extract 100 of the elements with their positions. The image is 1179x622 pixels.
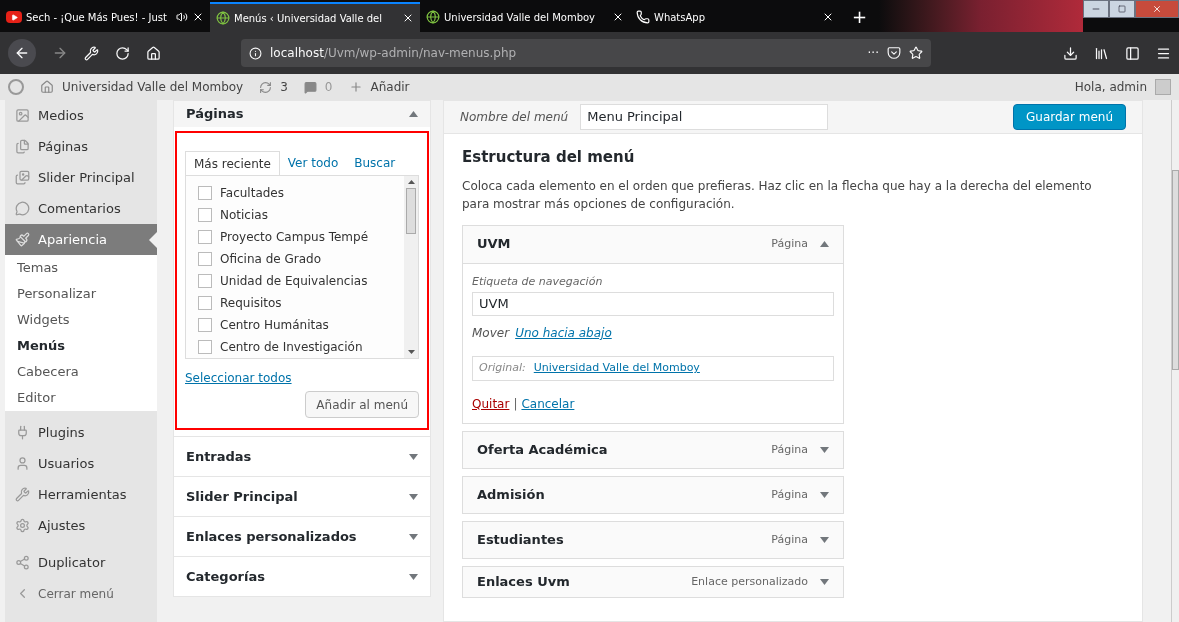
site-link[interactable]: Universidad Valle del Momboy	[62, 78, 244, 96]
sidebar-item[interactable]: Usuarios	[5, 448, 157, 479]
tab[interactable]: Ver todo	[279, 151, 347, 175]
accordion-header[interactable]: Slider Principal	[173, 477, 431, 517]
browser-tab[interactable]: Sech - ¡Que Más Pues! - Just	[0, 2, 210, 32]
checkbox[interactable]	[198, 252, 212, 266]
checkbox[interactable]	[198, 340, 212, 354]
accordion-header[interactable]: Categorías	[173, 557, 431, 597]
page-label: Requisitos	[220, 295, 282, 312]
checkbox[interactable]	[198, 274, 212, 288]
download-icon[interactable]	[1063, 45, 1078, 61]
menu-item-header[interactable]: Oferta Académica Página	[463, 432, 843, 468]
caret-icon	[820, 492, 829, 498]
tab[interactable]: Más reciente	[185, 151, 280, 175]
section-heading: Estructura del menú	[462, 147, 636, 168]
checkbox[interactable]	[198, 186, 212, 200]
minimize-button[interactable]	[1083, 0, 1109, 18]
close-icon[interactable]	[402, 12, 414, 24]
close-icon[interactable]	[822, 11, 834, 23]
remove-link[interactable]: Quitar	[472, 395, 510, 413]
tab-title: Universidad Valle del Momboy	[444, 10, 595, 25]
checkbox[interactable]	[198, 318, 212, 332]
plug-icon	[15, 425, 30, 440]
checkbox[interactable]	[198, 296, 212, 310]
sidebar-item[interactable]: Ajustes	[5, 510, 157, 541]
submenu-item[interactable]: Widgets	[5, 307, 157, 333]
select-all-link[interactable]: Seleccionar todos	[185, 369, 419, 387]
settings-icon	[15, 518, 30, 533]
sidebar-item[interactable]: Duplicator	[5, 547, 157, 578]
item-type-label: Página	[771, 531, 808, 548]
back-button[interactable]	[8, 39, 36, 67]
maximize-icon	[1118, 5, 1126, 13]
menu-icon[interactable]	[1156, 45, 1171, 61]
sidebar-item[interactable]: Comentarios	[5, 193, 157, 224]
menu-item-header[interactable]: Estudiantes Página	[463, 522, 843, 558]
add-new-link[interactable]: Añadir	[370, 78, 410, 96]
menu-name-field[interactable]: Menu Principal	[580, 104, 829, 130]
caret-icon	[820, 241, 829, 247]
comment-icon[interactable]	[303, 80, 317, 94]
address-bar[interactable]: localhost/Uvm/wp-admin/nav-menus.php ···	[241, 39, 931, 67]
page-scrollbar[interactable]	[1171, 100, 1179, 622]
menu-item-header[interactable]: Enlaces Uvm Enlace personalizado	[463, 567, 843, 597]
navigation-label-field[interactable]: UVM	[472, 292, 834, 316]
browser-tab[interactable]: WhatsApp	[630, 2, 840, 32]
caret-icon	[409, 111, 418, 117]
updates-icon[interactable]	[259, 80, 273, 94]
scroll-thumb[interactable]	[1172, 170, 1179, 370]
item-type-label: Enlace personalizado	[691, 573, 808, 590]
submenu-item[interactable]: Editor	[5, 385, 157, 411]
close-icon[interactable]	[612, 11, 624, 23]
greeting-text[interactable]: Hola, admin	[1074, 78, 1147, 96]
add-to-menu-button[interactable]: Añadir al menú	[305, 391, 419, 418]
submenu-item[interactable]: Menús	[5, 333, 157, 359]
reload-icon[interactable]	[115, 45, 130, 61]
menu-item-header[interactable]: Admisión Página	[463, 477, 843, 513]
item-type-label: Página	[771, 486, 808, 503]
sidebar-item[interactable]: Plugins	[5, 417, 157, 448]
new-tab-button[interactable]: +	[840, 2, 880, 32]
sidebar-item[interactable]: Slider Principal	[5, 162, 157, 193]
sidebar-item[interactable]: Herramientas	[5, 479, 157, 510]
sidebar-icon[interactable]	[1125, 45, 1140, 61]
sidebar-item[interactable]: Cerrar menú	[5, 578, 157, 609]
scroll-down-icon[interactable]	[407, 350, 415, 354]
scrollbar[interactable]	[404, 176, 418, 358]
page-label: Unidad de Equivalencias	[220, 273, 368, 290]
wrench-icon[interactable]	[84, 45, 99, 61]
submenu-item[interactable]: Cabecera	[5, 359, 157, 385]
checkbox[interactable]	[198, 230, 212, 244]
speaker-icon[interactable]	[176, 11, 188, 23]
submenu-item[interactable]: Temas	[5, 255, 157, 281]
sidebar-item[interactable]: Medios	[5, 100, 157, 131]
site-icon	[426, 10, 440, 24]
checkbox[interactable]	[198, 208, 212, 222]
pocket-icon[interactable]	[887, 46, 901, 60]
submenu-item[interactable]: Personalizar	[5, 281, 157, 307]
forward-icon[interactable]	[52, 45, 68, 61]
library-icon[interactable]	[1094, 45, 1109, 61]
maximize-button[interactable]	[1109, 0, 1135, 18]
tab[interactable]: Buscar	[346, 151, 404, 175]
accordion-header[interactable]: Enlaces personalizados	[173, 517, 431, 557]
sidebar-item[interactable]: Apariencia	[5, 224, 157, 255]
browser-tab[interactable]: Universidad Valle del Momboy	[420, 2, 630, 32]
accordion-header[interactable]: Páginas	[174, 101, 430, 127]
sidebar-item[interactable]: Páginas	[5, 131, 157, 162]
updates-count[interactable]: 3	[280, 78, 288, 96]
cancel-link[interactable]: Cancelar	[521, 395, 575, 413]
plus-icon[interactable]	[348, 80, 363, 94]
menu-item-header[interactable]: UVM Página	[463, 225, 843, 264]
browser-tab[interactable]: Menús ‹ Universidad Valle del	[210, 2, 420, 32]
accordion-header[interactable]: Entradas	[173, 437, 431, 477]
page-label: Oficina de Grado	[220, 251, 322, 268]
bookmark-icon[interactable]	[909, 46, 923, 60]
original-link[interactable]: Universidad Valle del Momboy	[533, 360, 700, 377]
more-actions-button[interactable]: ···	[867, 44, 879, 62]
close-icon[interactable]	[192, 11, 204, 23]
scroll-up-icon[interactable]	[407, 180, 415, 184]
site-icon	[216, 11, 230, 25]
scroll-thumb[interactable]	[406, 188, 416, 234]
info-icon	[249, 46, 262, 60]
move-down-link[interactable]: Uno hacia abajo	[515, 324, 612, 342]
